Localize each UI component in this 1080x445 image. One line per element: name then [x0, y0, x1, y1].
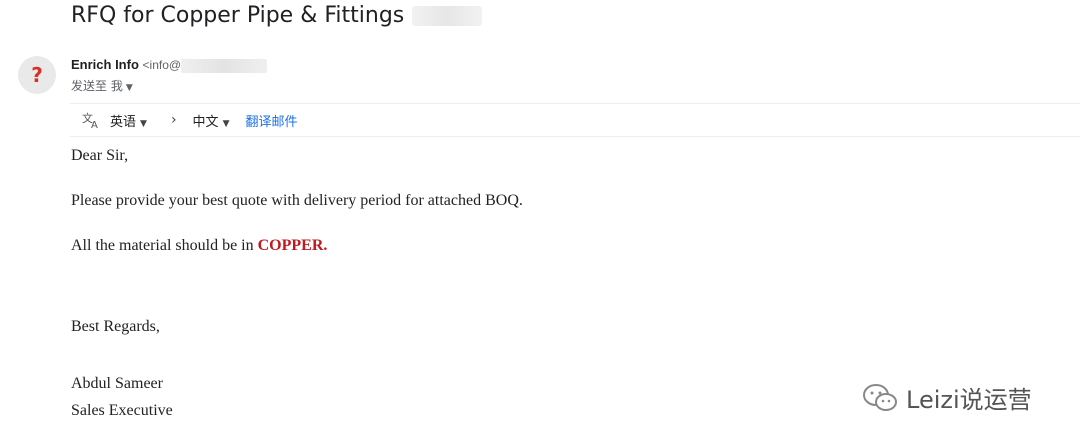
source-language-select[interactable]: 英语 ▼	[110, 111, 147, 130]
recipient-label: 发送至 我	[71, 79, 123, 93]
translate-message-link[interactable]: 翻译邮件	[245, 111, 297, 130]
target-language-label: 中文	[192, 114, 219, 130]
email-subject: RFQ for Copper Pipe & Fittings	[71, 3, 483, 28]
sender-email: <info@	[142, 58, 182, 72]
material-highlight: COPPER.	[257, 237, 328, 254]
subject-text: RFQ for Copper Pipe & Fittings	[71, 3, 405, 28]
chevron-down-icon: ▼	[125, 83, 133, 93]
chevron-down-icon: ▼	[140, 118, 147, 129]
watermark: Leizi说运营	[862, 380, 1032, 415]
translate-bar: 文 A 英语 ▼ › 中文 ▼ 翻译邮件	[70, 103, 1080, 137]
chevron-down-icon: ▼	[222, 118, 230, 129]
closing: Best Regards,	[71, 318, 160, 335]
redacted-block	[412, 6, 483, 26]
avatar-glyph: ?	[31, 63, 43, 87]
sender-name[interactable]: Enrich Info	[71, 57, 139, 72]
signature-name: Abdul Sameer	[71, 375, 163, 392]
body-line-2-text: All the material should be in	[71, 237, 258, 254]
signature-title: Sales Executive	[71, 402, 173, 419]
svg-text:A: A	[91, 120, 98, 129]
recipient-dropdown[interactable]: 发送至 我 ▼	[71, 77, 133, 94]
target-language-select[interactable]: 中文 ▼	[193, 111, 230, 130]
source-language-label: 英语	[110, 114, 137, 130]
body-line-2: All the material should be in COPPER.	[71, 237, 327, 255]
wechat-icon	[863, 383, 897, 411]
body-line-1: Please provide your best quote with deli…	[71, 192, 523, 209]
sender-line: Enrich Info <info@	[71, 57, 268, 73]
greeting: Dear Sir,	[71, 147, 129, 164]
sender-avatar[interactable]: ?	[18, 56, 56, 94]
redacted-email	[181, 58, 268, 73]
chevron-right-icon: ›	[170, 112, 177, 128]
watermark-text: Leizi说运营	[906, 386, 1032, 414]
translate-icon: 文 A	[82, 110, 102, 130]
